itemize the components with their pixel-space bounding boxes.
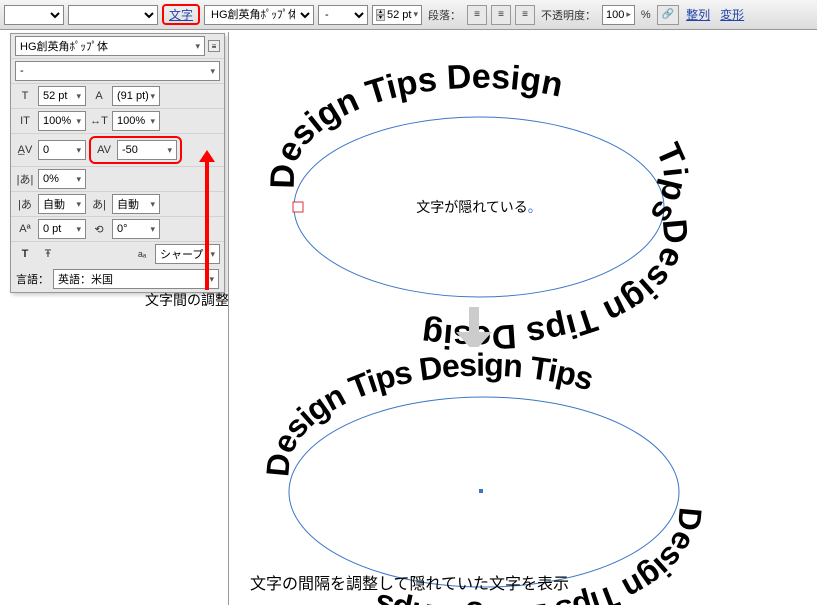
align-left-button[interactable]: ≡ (467, 5, 487, 25)
bottom-caption: 文字の間隔を調整して隠れていた文字を表示 (250, 570, 569, 594)
preset-select[interactable] (4, 5, 64, 25)
down-arrow-icon (454, 307, 494, 347)
panel-font-style[interactable]: -▾ (15, 61, 220, 81)
panel-hscale[interactable]: 100%▾ (112, 111, 160, 131)
tracking-icon: AV (94, 140, 114, 160)
rotation-icon: ⟲ (89, 219, 109, 239)
aki-left-icon: |あ (15, 194, 35, 214)
panel-kerning[interactable]: 0▾ (38, 140, 86, 160)
align-panel-link[interactable]: 整列 (683, 6, 713, 23)
top-toolbar: 文字 HG創英角ﾎﾟｯﾌﾟ体 - ▴▾ 52 pt ▾ 段落： ≡ ≡ ≡ 不透… (0, 0, 817, 30)
character-panel: HG創英角ﾎﾟｯﾌﾟ体▾ ≡ -▾ T 52 pt▾ A (91 pt)▾ IT… (10, 33, 225, 293)
panel-tracking[interactable]: -50▾ (117, 140, 177, 160)
center-point (479, 489, 483, 493)
percent-label: % (639, 9, 653, 21)
text-path-after[interactable]: Design Tips Design Tips Design Tips Desi… (279, 347, 659, 580)
tracking-highlight: AV -50▾ (89, 136, 182, 164)
aki-right-icon: あ| (89, 194, 109, 214)
vscale-icon: IT (15, 111, 35, 131)
panel-aki-left[interactable]: 自動▾ (38, 194, 86, 214)
paragraph-label: 段落： (426, 7, 463, 23)
kerning-icon: A̲V (15, 140, 35, 160)
transform-panel-link[interactable]: 変形 (717, 6, 747, 23)
align-right-button[interactable]: ≡ (515, 5, 535, 25)
svg-text:Design Tips Design: Design Tips Design (264, 58, 566, 189)
leading-icon: A (89, 86, 109, 106)
opacity-label: 不透明度： (539, 7, 598, 23)
top-arc-text-before: Design Tips Design Tips Design Tips Desi… (289, 67, 669, 287)
font-size-field[interactable]: ▴▾ 52 pt ▾ (372, 5, 422, 25)
font-size-icon: T (15, 86, 35, 106)
align-center-button[interactable]: ≡ (491, 5, 511, 25)
panel-antialias[interactable]: シャープ▾ (155, 244, 220, 264)
panel-language[interactable]: 英語：米国▾ (53, 269, 219, 289)
svg-text:Design Tips Design Tips: Design Tips Design Tips (259, 347, 597, 478)
panel-font-size[interactable]: 52 pt▾ (38, 86, 86, 106)
opacity-input[interactable]: 100 ▸ (602, 5, 635, 25)
hscale-icon: ↔T (89, 111, 109, 131)
tsume-icon: |あ| (15, 169, 35, 189)
underline-icon[interactable]: T (15, 244, 35, 264)
language-label: 言語： (16, 271, 49, 287)
panel-baseline[interactable]: 0 pt▾ (38, 219, 86, 239)
char-panel-highlight: 文字 (162, 4, 200, 25)
strikethrough-icon[interactable]: Ŧ (38, 244, 58, 264)
hidden-text-caption: 文字が隠れている。 (289, 197, 669, 217)
panel-leading[interactable]: (91 pt)▾ (112, 86, 160, 106)
panel-vscale[interactable]: 100%▾ (38, 111, 86, 131)
style-select[interactable] (68, 5, 158, 25)
arc-text-after: Design Tips Design Tips Design Tips Desi… (279, 347, 679, 577)
panel-rotation[interactable]: 0°▾ (112, 219, 160, 239)
panel-font-family[interactable]: HG創英角ﾎﾟｯﾌﾟ体▾ (15, 36, 205, 56)
panel-aki-right[interactable]: 自動▾ (112, 194, 160, 214)
text-path-before[interactable]: Design Tips Design Tips Design Tips Desi… (289, 67, 669, 290)
baseline-icon: Aª (15, 219, 35, 239)
character-panel-link[interactable]: 文字 (166, 8, 196, 22)
canvas[interactable]: Design Tips Design Tips Design Tips Desi… (228, 32, 817, 605)
panel-menu-button[interactable]: ≡ (208, 40, 220, 52)
font-family-select[interactable]: HG創英角ﾎﾟｯﾌﾟ体 (204, 5, 314, 25)
tracking-annotation: 文字間の調整 (145, 290, 229, 310)
font-style-select[interactable]: - (318, 5, 368, 25)
antialias-label: aₐ (132, 244, 152, 264)
red-arrow-annotation (205, 160, 209, 290)
chain-icon[interactable]: 🔗 (657, 5, 679, 25)
panel-tsume[interactable]: 0%▾ (38, 169, 86, 189)
